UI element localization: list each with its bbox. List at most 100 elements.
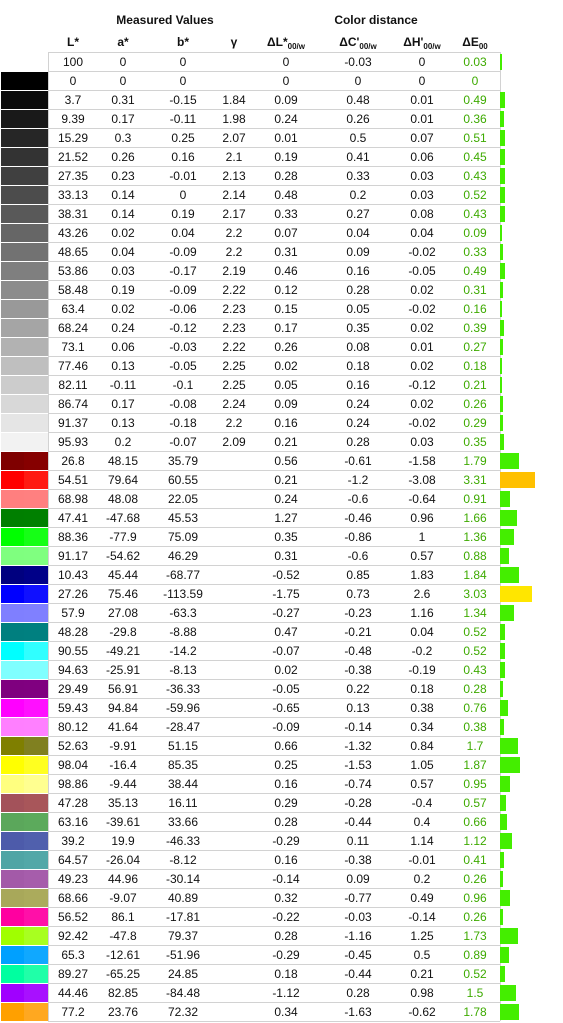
- cell-a: 0.02: [111, 226, 135, 240]
- table-row: 82.11 -0.11 -0.1 2.25 0.05 0.16 -0.12 0.21: [0, 376, 540, 395]
- measured-color-swatch: [24, 1003, 48, 1021]
- cell-b: 0.04: [171, 226, 195, 240]
- cell-delta-e: 0.49: [463, 264, 487, 278]
- cell-gamma: [218, 832, 250, 851]
- cell-a: -25.91: [105, 663, 141, 677]
- cell-gamma: 1.84: [222, 93, 246, 107]
- cell-delta-e: 0.43: [463, 207, 487, 221]
- cell-delta-c: 0.35: [346, 321, 370, 335]
- cell-delta-c: 0.26: [346, 112, 370, 126]
- cell-l: 63.16: [57, 815, 89, 829]
- table-row: 92.42 -47.8 79.37 0.28 -1.16 1.25 1.73: [0, 927, 540, 946]
- table-row: 80.12 41.64 -28.47 -0.09 -0.14 0.34 0.38: [0, 718, 540, 737]
- table-row: 77.2 23.76 72.32 0.34 -1.63 -0.62 1.78: [0, 1003, 540, 1022]
- cell-delta-c: 0.05: [346, 302, 370, 316]
- delta-e-bar: [500, 909, 503, 925]
- delta-e-bar: [500, 396, 503, 412]
- cell-delta-h: 0.04: [410, 625, 434, 639]
- table-row: 98.04 -16.4 85.35 0.25 -1.53 1.05 1.87: [0, 756, 540, 775]
- table-row: 27.26 75.46 -113.59 -1.75 0.73 2.6 3.03: [0, 585, 540, 604]
- delta-e-bar: [500, 548, 509, 564]
- cell-delta-h: 0.02: [410, 283, 434, 297]
- cell-a: 0.31: [111, 93, 135, 107]
- cell-delta-l: -0.07: [272, 644, 300, 658]
- cell-delta-e: 0.27: [463, 340, 487, 354]
- reference-color-swatch: [1, 452, 24, 470]
- cell-a: -26.04: [105, 853, 141, 867]
- table-row: 90.55 -49.21 -14.2 -0.07 -0.48 -0.2 0.52: [0, 642, 540, 661]
- delta-e-bar: [500, 757, 520, 773]
- reference-color-swatch: [1, 927, 24, 945]
- cell-delta-c: 0.18: [346, 359, 370, 373]
- cell-b: -0.01: [169, 169, 197, 183]
- cell-delta-c: 0.41: [346, 150, 370, 164]
- measured-color-swatch: [24, 547, 48, 565]
- cell-a: 0.23: [111, 169, 135, 183]
- cell-delta-e: 0.51: [463, 131, 487, 145]
- cell-gamma: 2.23: [222, 321, 246, 335]
- cell-l: 98.86: [57, 777, 89, 791]
- cell-b: -30.14: [165, 872, 201, 886]
- cell-a: -47.8: [109, 929, 137, 943]
- cell-delta-c: 0.09: [346, 245, 370, 259]
- cell-delta-e: 1.66: [463, 511, 487, 525]
- cell-a: -47.68: [105, 511, 141, 525]
- measured-values-header: Measured Values: [116, 13, 214, 27]
- table-row: 63.16 -39.61 33.66 0.28 -0.44 0.4 0.66: [0, 813, 540, 832]
- cell-l: 68.24: [57, 321, 89, 335]
- cell-l: 21.52: [57, 150, 89, 164]
- cell-delta-l: 0.29: [274, 796, 298, 810]
- cell-delta-h: 0.34: [410, 720, 434, 734]
- cell-delta-h: -0.2: [411, 644, 433, 658]
- table-row: 68.24 0.24 -0.12 2.23 0.17 0.35 0.02 0.39: [0, 319, 540, 338]
- cell-b: 38.44: [167, 777, 199, 791]
- cell-a: 0.2: [114, 435, 132, 449]
- cell-b: 0.25: [171, 131, 195, 145]
- cell-delta-l: 0.31: [274, 549, 298, 563]
- delta-e-bar: [500, 130, 505, 146]
- cell-delta-h: 0.02: [410, 397, 434, 411]
- cell-delta-e: 0.36: [463, 112, 487, 126]
- cell-delta-e: 0.49: [463, 93, 487, 107]
- cell-l: 54.51: [57, 473, 89, 487]
- measured-color-swatch: [24, 471, 48, 489]
- cell-a: -16.4: [109, 758, 137, 772]
- cell-a: 0.03: [111, 264, 135, 278]
- cell-delta-h: -0.05: [408, 264, 436, 278]
- reference-color-swatch: [1, 813, 24, 831]
- col-header-delta-l: ΔL*00/w: [250, 35, 322, 51]
- cell-delta-l: 0.01: [274, 131, 298, 145]
- delta-c-label: ΔC': [339, 35, 360, 49]
- cell-delta-l: 0.28: [274, 169, 298, 183]
- cell-a: -54.62: [105, 549, 141, 563]
- cell-delta-l: -0.22: [272, 910, 300, 924]
- cell-delta-e: 0.38: [463, 720, 487, 734]
- measured-color-swatch: [24, 813, 48, 831]
- cell-delta-c: 0: [354, 74, 362, 88]
- delta-e-bar: [500, 149, 505, 165]
- cell-delta-h: 0.18: [410, 682, 434, 696]
- cell-a: 75.46: [107, 587, 139, 601]
- cell-l: 88.36: [57, 530, 89, 544]
- cell-l: 48.65: [57, 245, 89, 259]
- cell-a: 82.85: [107, 986, 139, 1000]
- cell-delta-c: -1.53: [344, 758, 372, 772]
- cell-gamma: [218, 794, 250, 813]
- cell-delta-h: -0.02: [408, 416, 436, 430]
- measured-color-swatch: [24, 832, 48, 850]
- reference-color-swatch: [1, 91, 24, 109]
- cell-delta-e: 0.96: [463, 891, 487, 905]
- cell-delta-h: 0.96: [410, 511, 434, 525]
- cell-delta-l: 0.15: [274, 302, 298, 316]
- cell-delta-c: -1.16: [344, 929, 372, 943]
- cell-a: -77.9: [109, 530, 137, 544]
- cell-delta-l: 0.18: [274, 967, 298, 981]
- reference-color-swatch: [1, 129, 24, 147]
- cell-delta-h: 1.14: [410, 834, 434, 848]
- delta-e-bar: [500, 738, 518, 754]
- delta-e-bar: [500, 947, 509, 963]
- cell-delta-e: 0.26: [463, 872, 487, 886]
- reference-color-swatch: [1, 224, 24, 242]
- cell-delta-l: 0.12: [274, 283, 298, 297]
- table-row: 21.52 0.26 0.16 2.1 0.19 0.41 0.06 0.45: [0, 148, 540, 167]
